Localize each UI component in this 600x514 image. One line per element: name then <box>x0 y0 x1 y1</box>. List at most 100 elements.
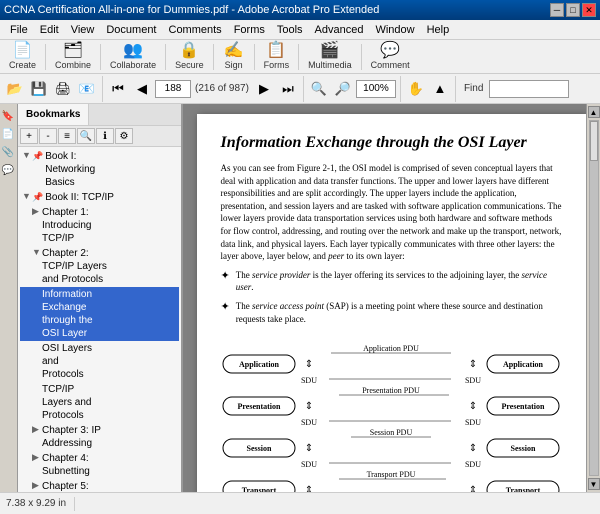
tree-item-ch5[interactable]: ▶ Chapter 5:InternetProtocolVersion 6(IP… <box>20 479 179 492</box>
multimedia-button[interactable]: 🎬 Multimedia <box>303 40 357 73</box>
scroll-track <box>589 120 599 476</box>
last-page-button[interactable]: ⏭ <box>277 78 299 100</box>
menu-comments[interactable]: Comments <box>163 22 228 38</box>
expand-ch3[interactable]: ▶ <box>32 424 42 435</box>
comment-button[interactable]: 💬 Comment <box>366 40 415 73</box>
sign-button[interactable]: ✍ Sign <box>218 40 250 73</box>
pages-icon-btn[interactable]: 📄 <box>0 126 16 142</box>
pdf-viewer[interactable]: Information Exchange through the OSI Lay… <box>183 104 600 492</box>
scroll-thumb[interactable] <box>590 121 598 161</box>
book2-label: Book II: TCP/IP <box>45 191 114 204</box>
combine-icon: 🗂 <box>63 43 83 59</box>
sep10 <box>400 76 401 102</box>
expand-ch1[interactable]: ▶ <box>32 206 42 217</box>
print-button[interactable]: 🖨 <box>52 78 74 100</box>
svg-text:Application: Application <box>502 360 543 369</box>
zoom-in-button[interactable]: 🔎 <box>332 78 354 100</box>
find-input[interactable] <box>489 80 569 98</box>
menu-bar: File Edit View Document Comments Forms T… <box>0 20 600 40</box>
select-button[interactable]: ▲ <box>429 78 451 100</box>
sidebar-content: ▼ 📌 Book I:NetworkingBasics ▼ 📌 Book II:… <box>18 147 181 492</box>
zoom-input[interactable] <box>356 80 396 98</box>
create-button[interactable]: 📄 Create <box>4 40 41 73</box>
multimedia-icon: 🎬 <box>320 43 340 59</box>
forms-icon: 📋 <box>266 43 286 59</box>
tree-item-osi-layers[interactable]: OSI LayersandProtocols <box>20 341 179 382</box>
nav-toolbar: 📂 💾 🖨 📧 ⏮ ◀ (216 of 987) ▶ ⏭ 🔍 🔎 ✋ ▲ Fin… <box>0 74 600 104</box>
email-button[interactable]: 📧 <box>76 78 98 100</box>
expand-ch4[interactable]: ▶ <box>32 452 42 463</box>
svg-text:SDU: SDU <box>300 460 316 469</box>
menu-view[interactable]: View <box>65 22 101 38</box>
svg-text:SDU: SDU <box>464 460 480 469</box>
page-number-input[interactable] <box>155 80 191 98</box>
menu-advanced[interactable]: Advanced <box>309 22 370 38</box>
menu-help[interactable]: Help <box>421 22 456 38</box>
hand-tool-button[interactable]: ✋ <box>405 78 427 100</box>
menu-tools[interactable]: Tools <box>271 22 309 38</box>
tree-item-ch4[interactable]: ▶ Chapter 4:Subnetting <box>20 451 179 479</box>
attachments-icon-btn[interactable]: 📎 <box>0 144 16 160</box>
menu-file[interactable]: File <box>4 22 34 38</box>
vertical-scrollbar[interactable]: ▲ ▼ <box>586 104 600 492</box>
combine-button[interactable]: 🗂 Combine <box>50 40 96 73</box>
prev-page-button[interactable]: ◀ <box>131 78 153 100</box>
menu-edit[interactable]: Edit <box>34 22 65 38</box>
pdf-page: Information Exchange through the OSI Lay… <box>197 114 587 492</box>
sidebar-toolbar: + - ≡ 🔍 ℹ ⚙ <box>18 126 181 147</box>
zoom-out-button[interactable]: 🔍 <box>308 78 330 100</box>
create-label: Create <box>9 60 36 70</box>
expand-ch5[interactable]: ▶ <box>32 480 42 491</box>
sidebar-options-button[interactable]: ≡ <box>58 128 76 144</box>
first-page-button[interactable]: ⏮ <box>107 78 129 100</box>
ch3-label: Chapter 3: IPAddressing <box>42 424 101 450</box>
bookmarks-icon-btn[interactable]: 🔖 <box>0 108 16 124</box>
collaborate-button[interactable]: 👥 Collaborate <box>105 40 161 73</box>
sidebar-search-button[interactable]: 🔍 <box>77 128 95 144</box>
open-button[interactable]: 📂 <box>4 78 26 100</box>
scroll-up-button[interactable]: ▲ <box>588 106 600 118</box>
svg-text:Presentation PDU: Presentation PDU <box>362 386 420 395</box>
collapse-all-button[interactable]: - <box>39 128 57 144</box>
dimensions-text: 7.38 x 9.29 in <box>6 498 66 509</box>
menu-window[interactable]: Window <box>369 22 420 38</box>
bullet-text-1: The service provider is the layer offeri… <box>236 269 563 294</box>
osi-diagram: Application PDU Application ⇕ Applicatio… <box>221 335 563 492</box>
sidebar-settings-button[interactable]: ⚙ <box>115 128 133 144</box>
tree-item-tcpip-layers[interactable]: TCP/IPLayers andProtocols <box>20 382 179 423</box>
close-button[interactable]: ✕ <box>582 3 596 17</box>
expand-book2[interactable]: ▼ <box>22 191 32 201</box>
book2-icon: 📌 <box>32 192 43 203</box>
forms-button[interactable]: 📋 Forms <box>259 40 295 73</box>
secure-icon: 🔒 <box>179 43 199 59</box>
secure-button[interactable]: 🔒 Secure <box>170 40 209 73</box>
sep6 <box>298 44 299 70</box>
expand-ch2[interactable]: ▼ <box>32 247 42 257</box>
menu-document[interactable]: Document <box>100 22 162 38</box>
expand-all-button[interactable]: + <box>20 128 38 144</box>
sidebar-info-button[interactable]: ℹ <box>96 128 114 144</box>
tree-item-book2[interactable]: ▼ 📌 Book II: TCP/IP <box>20 190 179 205</box>
secure-label: Secure <box>175 60 204 70</box>
tree-item-osi-info[interactable]: InformationExchangethrough theOSI Layer <box>20 287 179 341</box>
bookmarks-tab[interactable]: Bookmarks <box>18 104 89 125</box>
tree-item-ch3[interactable]: ▶ Chapter 3: IPAddressing <box>20 423 179 451</box>
sep4 <box>213 44 214 70</box>
book1-label: Book I:NetworkingBasics <box>45 150 95 189</box>
ch4-label: Chapter 4:Subnetting <box>42 452 90 478</box>
tree-item-book1[interactable]: ▼ 📌 Book I:NetworkingBasics <box>20 149 179 190</box>
tcpip-layers-label: TCP/IPLayers andProtocols <box>42 383 91 422</box>
tree-item-ch1[interactable]: ▶ Chapter 1:IntroducingTCP/IP <box>20 205 179 246</box>
left-icon-bar: 🔖 📄 📎 💬 <box>0 104 18 492</box>
next-page-button[interactable]: ▶ <box>253 78 275 100</box>
find-label: Find <box>460 83 487 94</box>
svg-text:SDU: SDU <box>464 418 480 427</box>
tree-item-ch2[interactable]: ▼ Chapter 2:TCP/IP Layersand Protocols <box>20 246 179 287</box>
save-button[interactable]: 💾 <box>28 78 50 100</box>
expand-book1[interactable]: ▼ <box>22 150 32 160</box>
maximize-button[interactable]: □ <box>566 3 580 17</box>
comments-icon-btn[interactable]: 💬 <box>0 162 16 178</box>
minimize-button[interactable]: ─ <box>550 3 564 17</box>
scroll-down-button[interactable]: ▼ <box>588 478 600 490</box>
menu-forms[interactable]: Forms <box>228 22 271 38</box>
